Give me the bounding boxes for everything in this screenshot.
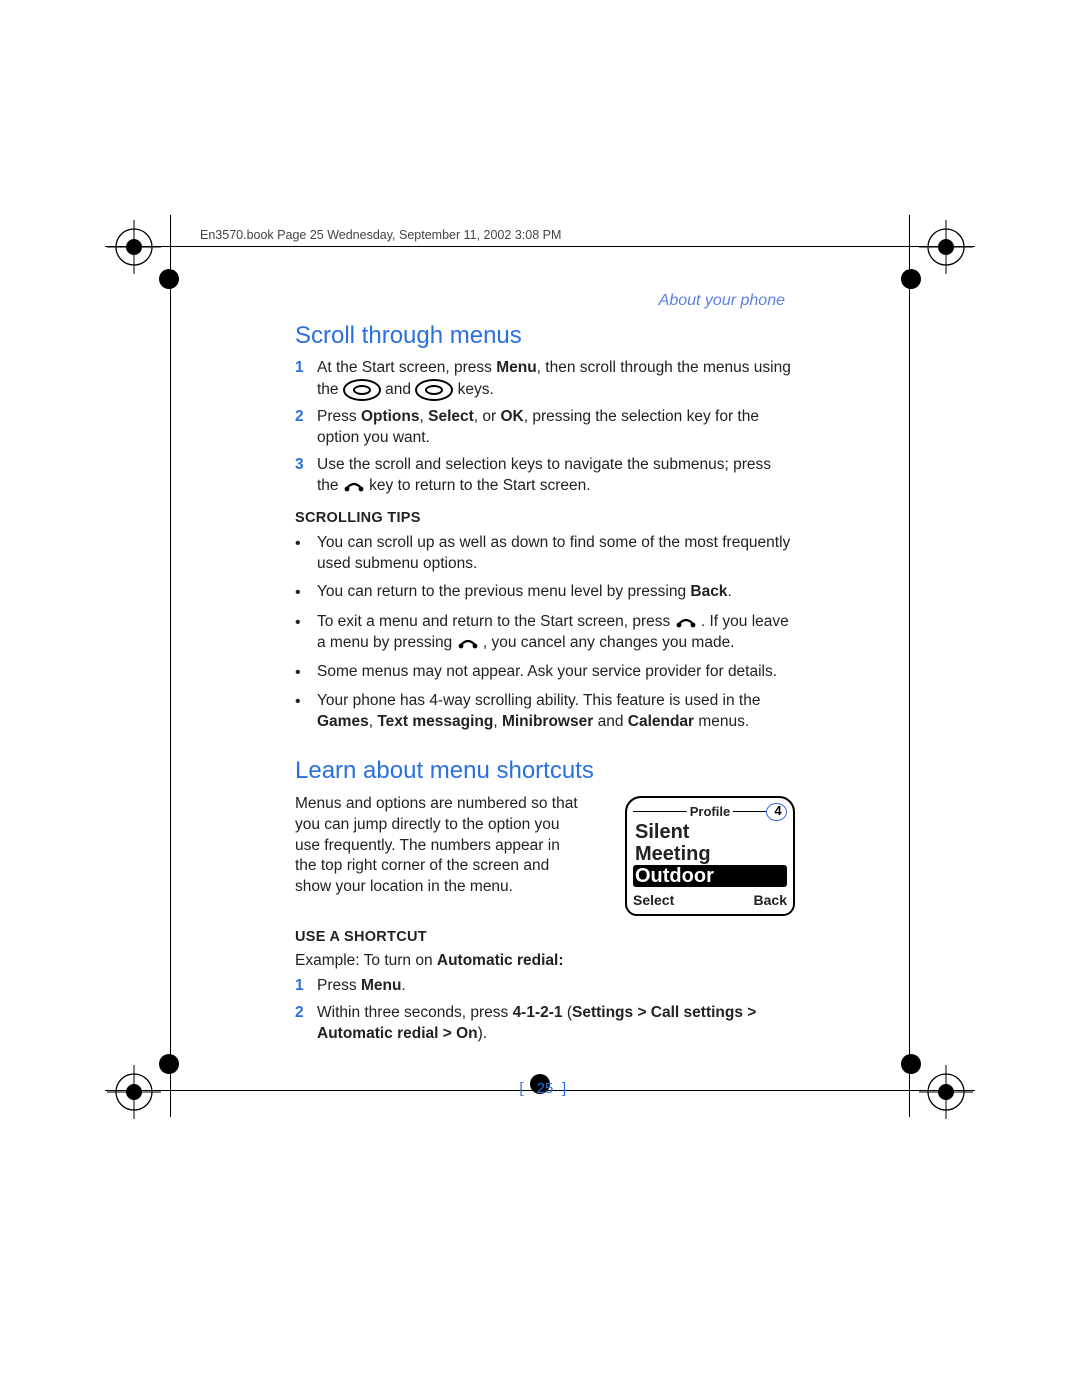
- phone-menu-item: Meeting: [633, 843, 787, 865]
- dot-icon: [897, 265, 925, 293]
- dot-icon: [897, 1050, 925, 1078]
- crop-line: [909, 215, 910, 1117]
- dot-icon: [155, 1050, 183, 1078]
- manual-page: En3570.book Page 25 Wednesday, September…: [0, 0, 1080, 1397]
- step-item: 2 Within three seconds, press 4-1-2-1 (S…: [295, 1003, 795, 1045]
- steps-list: 1 At the Start screen, press Menu, then …: [295, 358, 795, 497]
- scroll-down-key-icon: [415, 379, 453, 401]
- tip-item: You can return to the previous menu leve…: [295, 582, 795, 604]
- phone-menu-title: Profile: [687, 803, 733, 821]
- end-call-key-icon: [457, 635, 479, 651]
- step-number: 2: [295, 407, 317, 428]
- step-number: 2: [295, 1003, 317, 1024]
- tips-list: You can scroll up as well as down to fin…: [295, 533, 795, 734]
- phone-screen-figure: Profile 4 Silent Meeting Outdoor Select …: [625, 796, 795, 916]
- step-item: 2 Press Options, Select, or OK, pressing…: [295, 407, 795, 449]
- end-call-key-icon: [675, 614, 697, 630]
- end-call-key-icon: [343, 478, 365, 494]
- phone-menu-index: 4: [766, 803, 787, 821]
- subheading-scrolling-tips: SCROLLING TIPS: [295, 509, 795, 529]
- steps-list: 1 Press Menu. 2 Within three seconds, pr…: [295, 976, 795, 1045]
- step-item: 3 Use the scroll and selection keys to n…: [295, 455, 795, 497]
- heading-scroll-menus: Scroll through menus: [295, 320, 795, 352]
- scroll-up-key-icon: [343, 379, 381, 401]
- phone-menu-item: Silent: [633, 821, 787, 843]
- step-item: 1 At the Start screen, press Menu, then …: [295, 358, 795, 401]
- step-number: 1: [295, 976, 317, 997]
- phone-menu-item-selected: Outdoor: [633, 865, 787, 887]
- heading-menu-shortcuts: Learn about menu shortcuts: [295, 755, 795, 787]
- dot-icon: [155, 265, 183, 293]
- crop-line: [170, 215, 171, 1117]
- tip-item: Your phone has 4-way scrolling ability. …: [295, 691, 795, 733]
- page-number: [ 25 ]: [295, 1079, 795, 1099]
- tip-item: Some menus may not appear. Ask your serv…: [295, 662, 795, 684]
- step-number: 1: [295, 358, 317, 379]
- shortcut-example: Example: To turn on Automatic redial:: [295, 951, 795, 972]
- tip-item: To exit a menu and return to the Start s…: [295, 612, 795, 654]
- phone-softkey-right: Back: [754, 891, 787, 910]
- shortcuts-intro: Menus and options are numbered so that y…: [295, 794, 585, 899]
- tip-item: You can scroll up as well as down to fin…: [295, 533, 795, 575]
- phone-softkey-left: Select: [633, 891, 674, 910]
- page-content: Scroll through menus 1 At the Start scre…: [295, 220, 795, 1099]
- subheading-use-shortcut: USE A SHORTCUT: [295, 928, 795, 948]
- step-item: 1 Press Menu.: [295, 976, 795, 997]
- step-number: 3: [295, 455, 317, 476]
